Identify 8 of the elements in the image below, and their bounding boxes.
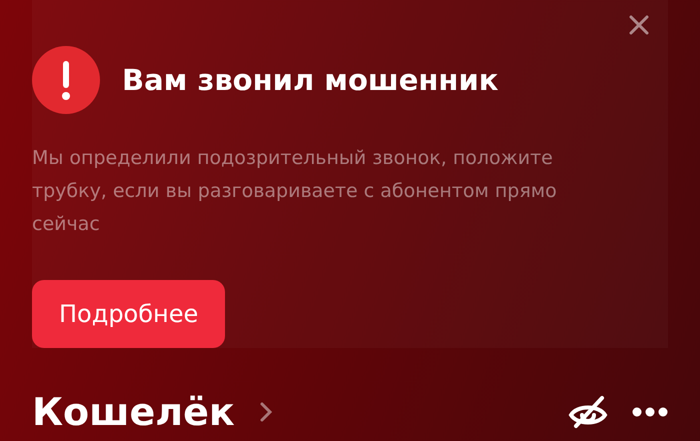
eye-slash-icon[interactable] — [568, 395, 608, 429]
details-button[interactable]: Подробнее — [32, 280, 226, 348]
chevron-right-icon[interactable] — [258, 401, 273, 423]
wallet-title[interactable]: Кошелёк — [32, 390, 235, 434]
warning-icon — [32, 46, 100, 114]
alert-message: Мы определили подозрительный звонок, положите трубку, если вы разговариваете с абонентом прямо сейчас — [32, 146, 558, 237]
alert-title: Вам звонил мошенник — [122, 63, 498, 97]
more-dots-icon[interactable] — [632, 407, 668, 417]
